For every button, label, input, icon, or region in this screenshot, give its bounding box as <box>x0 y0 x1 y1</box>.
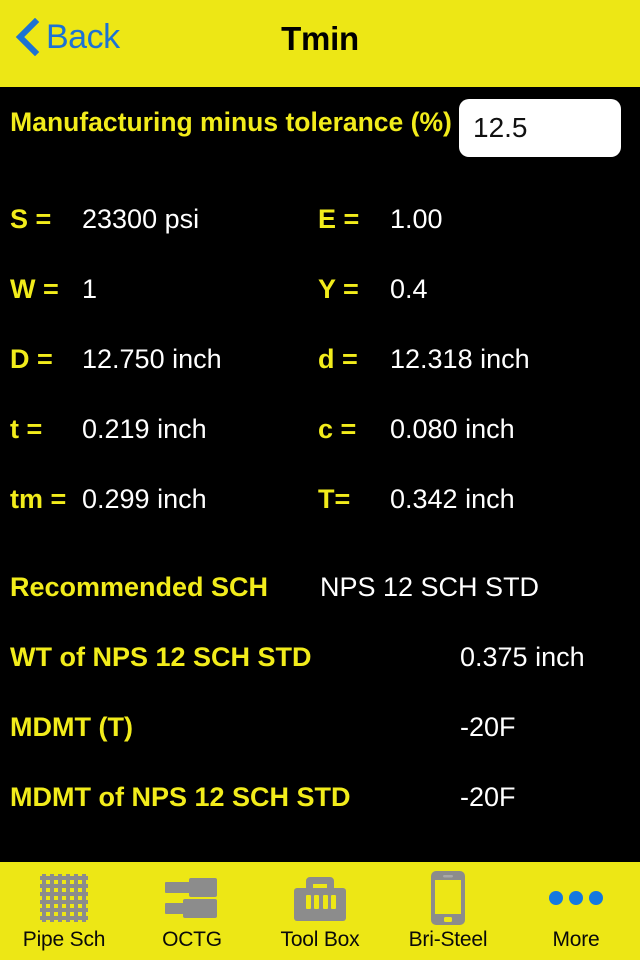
grid-mesh-icon <box>34 870 94 926</box>
toolbox-icon <box>290 870 350 926</box>
parameter-value: 23300 psi <box>82 204 200 234</box>
page-title: Tmin <box>281 20 359 57</box>
tab-bar: Pipe Sch OCTG Tool Box Bri-Steel More <box>0 862 640 960</box>
tab-tool-box[interactable]: Tool Box <box>256 862 384 960</box>
result-row-mdmt-sch: MDMT of NPS 12 SCH STD -20F <box>0 780 640 850</box>
parameter-value: 0.219 inch <box>82 414 207 444</box>
parameter-row: S = 23300 psi E = 1.00 <box>0 202 640 272</box>
parameter-value: 0.4 <box>390 274 428 304</box>
more-dots-icon <box>546 870 606 926</box>
parameter-cell-d-inner: d = 12.318 inch <box>318 342 638 376</box>
parameter-label: D = <box>10 344 53 374</box>
parameter-value: 1 <box>82 274 98 304</box>
parameter-label: c = <box>318 414 357 444</box>
tab-pipe-sch[interactable]: Pipe Sch <box>0 862 128 960</box>
parameter-row: D = 12.750 inch d = 12.318 inch <box>0 342 640 412</box>
tab-octg[interactable]: OCTG <box>128 862 256 960</box>
parameter-cell-e: E = 1.00 <box>318 202 638 236</box>
parameter-cell-t: t = 0.219 inch <box>10 412 320 446</box>
parameter-cell-d-outer: D = 12.750 inch <box>10 342 320 376</box>
tab-label: More <box>552 928 600 951</box>
parameter-row: t = 0.219 inch c = 0.080 inch <box>0 412 640 482</box>
tab-label: Pipe Sch <box>22 928 106 951</box>
parameter-row: W = 1 Y = 0.4 <box>0 272 640 342</box>
parameter-label: E = <box>318 204 360 234</box>
parameter-label: Y = <box>318 274 359 304</box>
parameter-label: t = <box>10 414 43 444</box>
parameter-value: 0.342 inch <box>390 484 515 514</box>
tolerance-input[interactable] <box>459 99 621 157</box>
parameter-cell-s: S = 23300 psi <box>10 202 320 236</box>
tolerance-label: Manufacturing minus tolerance (%) <box>10 107 452 137</box>
navigation-bar: Back Tmin <box>0 0 640 87</box>
parameter-label: d = <box>318 344 358 374</box>
parameter-row: tm = 0.299 inch T= 0.342 inch <box>0 482 640 552</box>
parameter-grid: S = 23300 psi E = 1.00 W = 1 Y = 0.4 D = 12.7… <box>0 202 640 552</box>
tmin-calculator-screen: Back Tmin Manufacturing minus tolerance … <box>0 0 640 960</box>
result-label: MDMT (T) <box>10 712 133 742</box>
tab-label: Bri-Steel <box>408 928 488 951</box>
parameter-value: 12.750 inch <box>82 344 222 374</box>
pipe-coupling-icon <box>162 870 222 926</box>
parameter-label: tm = <box>10 484 67 514</box>
result-value: 0.375 inch <box>460 642 585 672</box>
parameter-cell-t-cap: T= 0.342 inch <box>318 482 638 516</box>
result-label: Recommended SCH <box>10 572 269 602</box>
parameter-cell-y: Y = 0.4 <box>318 272 638 306</box>
smartphone-icon <box>418 870 478 926</box>
parameter-value: 12.318 inch <box>390 344 530 374</box>
parameter-label: W = <box>10 274 59 304</box>
parameter-cell-tm: tm = 0.299 inch <box>10 482 320 516</box>
parameter-label: T= <box>318 484 351 514</box>
tab-more[interactable]: More <box>512 862 640 960</box>
result-row-wall-thickness: WT of NPS 12 SCH STD 0.375 inch <box>0 640 640 710</box>
result-value: NPS 12 SCH STD <box>320 572 540 602</box>
result-value: -20F <box>460 712 516 742</box>
result-value: -20F <box>460 782 516 812</box>
parameter-value: 0.080 inch <box>390 414 515 444</box>
result-row-recommended-sch: Recommended SCH NPS 12 SCH STD <box>0 570 640 640</box>
parameter-cell-w: W = 1 <box>10 272 320 306</box>
tab-label: OCTG <box>162 928 222 951</box>
results-list: Recommended SCH NPS 12 SCH STD WT of NPS… <box>0 570 640 850</box>
parameter-value: 1.00 <box>390 204 443 234</box>
parameter-value: 0.299 inch <box>82 484 207 514</box>
parameter-cell-c: c = 0.080 inch <box>318 412 638 446</box>
result-row-mdmt-t: MDMT (T) -20F <box>0 710 640 780</box>
result-label: MDMT of NPS 12 SCH STD <box>10 782 351 812</box>
parameter-label: S = <box>10 204 52 234</box>
tab-bri-steel[interactable]: Bri-Steel <box>384 862 512 960</box>
tab-label: Tool Box <box>280 928 360 951</box>
result-label: WT of NPS 12 SCH STD <box>10 642 312 672</box>
